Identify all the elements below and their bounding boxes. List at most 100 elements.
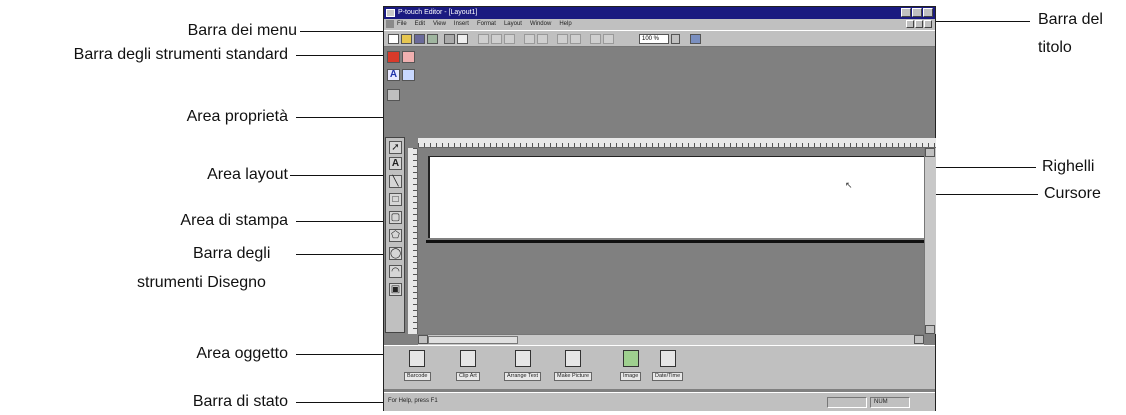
menu-edit[interactable]: Edit bbox=[415, 19, 425, 30]
object-label: Image bbox=[620, 372, 642, 381]
app-icon bbox=[386, 9, 395, 17]
arc-tool-icon[interactable]: ◠ bbox=[389, 265, 402, 278]
horizontal-ruler bbox=[418, 138, 936, 148]
object-clip-art[interactable]: Clip Art bbox=[456, 350, 480, 381]
date-time-icon bbox=[659, 350, 676, 367]
leader-standard-toolbar bbox=[296, 55, 388, 56]
send-back-icon[interactable] bbox=[570, 34, 581, 44]
bring-front-icon[interactable] bbox=[557, 34, 568, 44]
doc-close-icon[interactable] bbox=[924, 20, 932, 28]
close-icon[interactable] bbox=[923, 8, 933, 17]
undo-icon[interactable] bbox=[524, 34, 535, 44]
scroll-left-icon[interactable] bbox=[418, 335, 428, 344]
menu-file[interactable]: File bbox=[397, 19, 407, 30]
label-drawing-toolbar-line1: Barra degli bbox=[193, 245, 271, 262]
arrange-text-icon bbox=[514, 350, 531, 367]
document-controls bbox=[906, 20, 932, 28]
label-print-area: Area di stampa bbox=[180, 212, 288, 229]
chevron-down-icon[interactable] bbox=[671, 34, 680, 44]
window-title: P-touch Editor - [Layout1] bbox=[398, 9, 478, 16]
status-cell bbox=[827, 397, 867, 408]
text-frame-icon[interactable] bbox=[402, 51, 415, 63]
copy-icon[interactable] bbox=[491, 34, 502, 44]
scroll-up-icon[interactable] bbox=[925, 148, 935, 157]
menu-view[interactable]: View bbox=[433, 19, 446, 30]
select-arrow-icon[interactable]: ➚ bbox=[389, 141, 402, 154]
redo-icon[interactable] bbox=[537, 34, 548, 44]
object-arrange-text[interactable]: Arrange Text bbox=[504, 350, 542, 381]
help-icon[interactable] bbox=[690, 34, 701, 44]
make-picture-icon bbox=[565, 350, 582, 367]
scroll-right-icon[interactable] bbox=[914, 335, 924, 344]
alignment-icon[interactable] bbox=[387, 89, 400, 101]
open-icon[interactable] bbox=[401, 34, 412, 44]
save-icon[interactable] bbox=[414, 34, 425, 44]
polygon-tool-icon[interactable]: ⬠ bbox=[389, 229, 402, 242]
object-make-picture[interactable]: Make Picture bbox=[554, 350, 593, 381]
minimize-icon[interactable] bbox=[901, 8, 911, 17]
status-bar: For Help, press F1 NUM bbox=[384, 392, 935, 411]
drawing-toolbar: ➚ A ╲ □ ▢ ⬠ ◯ ◠ ▣ bbox=[385, 137, 405, 333]
application-window: P-touch Editor - [Layout1] File Edit Vie… bbox=[383, 6, 936, 411]
paste-icon[interactable] bbox=[504, 34, 515, 44]
new-icon[interactable] bbox=[388, 34, 399, 44]
cursor-icon: ↖ bbox=[845, 180, 853, 190]
menu-window[interactable]: Window bbox=[530, 19, 551, 30]
horizontal-scrollbar[interactable] bbox=[418, 334, 924, 345]
doc-restore-icon[interactable] bbox=[915, 20, 923, 28]
cut-icon[interactable] bbox=[478, 34, 489, 44]
label-layout-area: Area layout bbox=[207, 166, 288, 183]
object-label: Arrange Text bbox=[504, 372, 542, 381]
database-icon[interactable] bbox=[427, 34, 438, 44]
label-cursor: Cursore bbox=[1044, 185, 1101, 202]
leader-status-bar bbox=[296, 402, 390, 403]
doc-minimize-icon[interactable] bbox=[906, 20, 914, 28]
line-tool-icon[interactable]: ╲ bbox=[389, 175, 402, 188]
object-label: Barcode bbox=[404, 372, 431, 381]
vertical-ruler bbox=[408, 148, 418, 334]
rounded-rect-tool-icon[interactable]: ▢ bbox=[389, 211, 402, 224]
menu-help[interactable]: Help bbox=[559, 19, 571, 30]
menu-insert[interactable]: Insert bbox=[454, 19, 469, 30]
page-properties-icon[interactable] bbox=[387, 51, 400, 63]
standard-toolbar: 100 % bbox=[384, 30, 935, 47]
scroll-down-icon[interactable] bbox=[925, 325, 935, 334]
label-properties-area: Area proprietà bbox=[186, 108, 288, 125]
document-icon[interactable] bbox=[386, 20, 394, 28]
label-object-area: Area oggetto bbox=[196, 345, 288, 362]
maximize-icon[interactable] bbox=[912, 8, 922, 17]
clip-art-icon bbox=[459, 350, 476, 367]
text-tool-icon[interactable]: A bbox=[389, 157, 402, 170]
ellipse-tool-icon[interactable]: ◯ bbox=[389, 247, 402, 260]
font-icon[interactable]: A bbox=[387, 69, 400, 81]
vertical-scrollbar[interactable] bbox=[924, 148, 936, 334]
title-bar: P-touch Editor - [Layout1] bbox=[384, 7, 935, 19]
distribute-icon[interactable] bbox=[603, 34, 614, 44]
layout-area[interactable]: ↖ bbox=[418, 148, 924, 334]
object-label: Clip Art bbox=[456, 372, 480, 381]
object-label: Make Picture bbox=[554, 372, 593, 381]
image-icon bbox=[622, 350, 639, 367]
menu-layout[interactable]: Layout bbox=[504, 19, 522, 30]
barcode-icon bbox=[409, 350, 426, 367]
label-title-bar-line1: Barra del bbox=[1038, 11, 1103, 28]
zoom-select[interactable]: 100 % bbox=[639, 34, 669, 44]
window-controls bbox=[901, 8, 933, 17]
menu-format[interactable]: Format bbox=[477, 19, 496, 30]
object-area: Barcode Clip Art Arrange Text Make Pictu… bbox=[384, 345, 935, 389]
print-icon[interactable] bbox=[444, 34, 455, 44]
align-icon[interactable] bbox=[590, 34, 601, 44]
leader-menu-bar bbox=[300, 31, 394, 32]
menu-bar: File Edit View Insert Format Layout Wind… bbox=[384, 19, 935, 30]
object-barcode[interactable]: Barcode bbox=[404, 350, 431, 381]
print-area[interactable] bbox=[428, 156, 924, 238]
object-date-time[interactable]: Date/Time bbox=[652, 350, 684, 381]
scroll-thumb[interactable] bbox=[428, 336, 518, 344]
leader-drawing-toolbar bbox=[296, 254, 394, 255]
label-drawing-toolbar-line2: strumenti Disegno bbox=[137, 274, 266, 291]
object-image[interactable]: Image bbox=[620, 350, 642, 381]
rectangle-tool-icon[interactable]: □ bbox=[389, 193, 402, 206]
layout-properties-icon[interactable] bbox=[402, 69, 415, 81]
print-preview-icon[interactable] bbox=[457, 34, 468, 44]
frame-tool-icon[interactable]: ▣ bbox=[389, 283, 402, 296]
